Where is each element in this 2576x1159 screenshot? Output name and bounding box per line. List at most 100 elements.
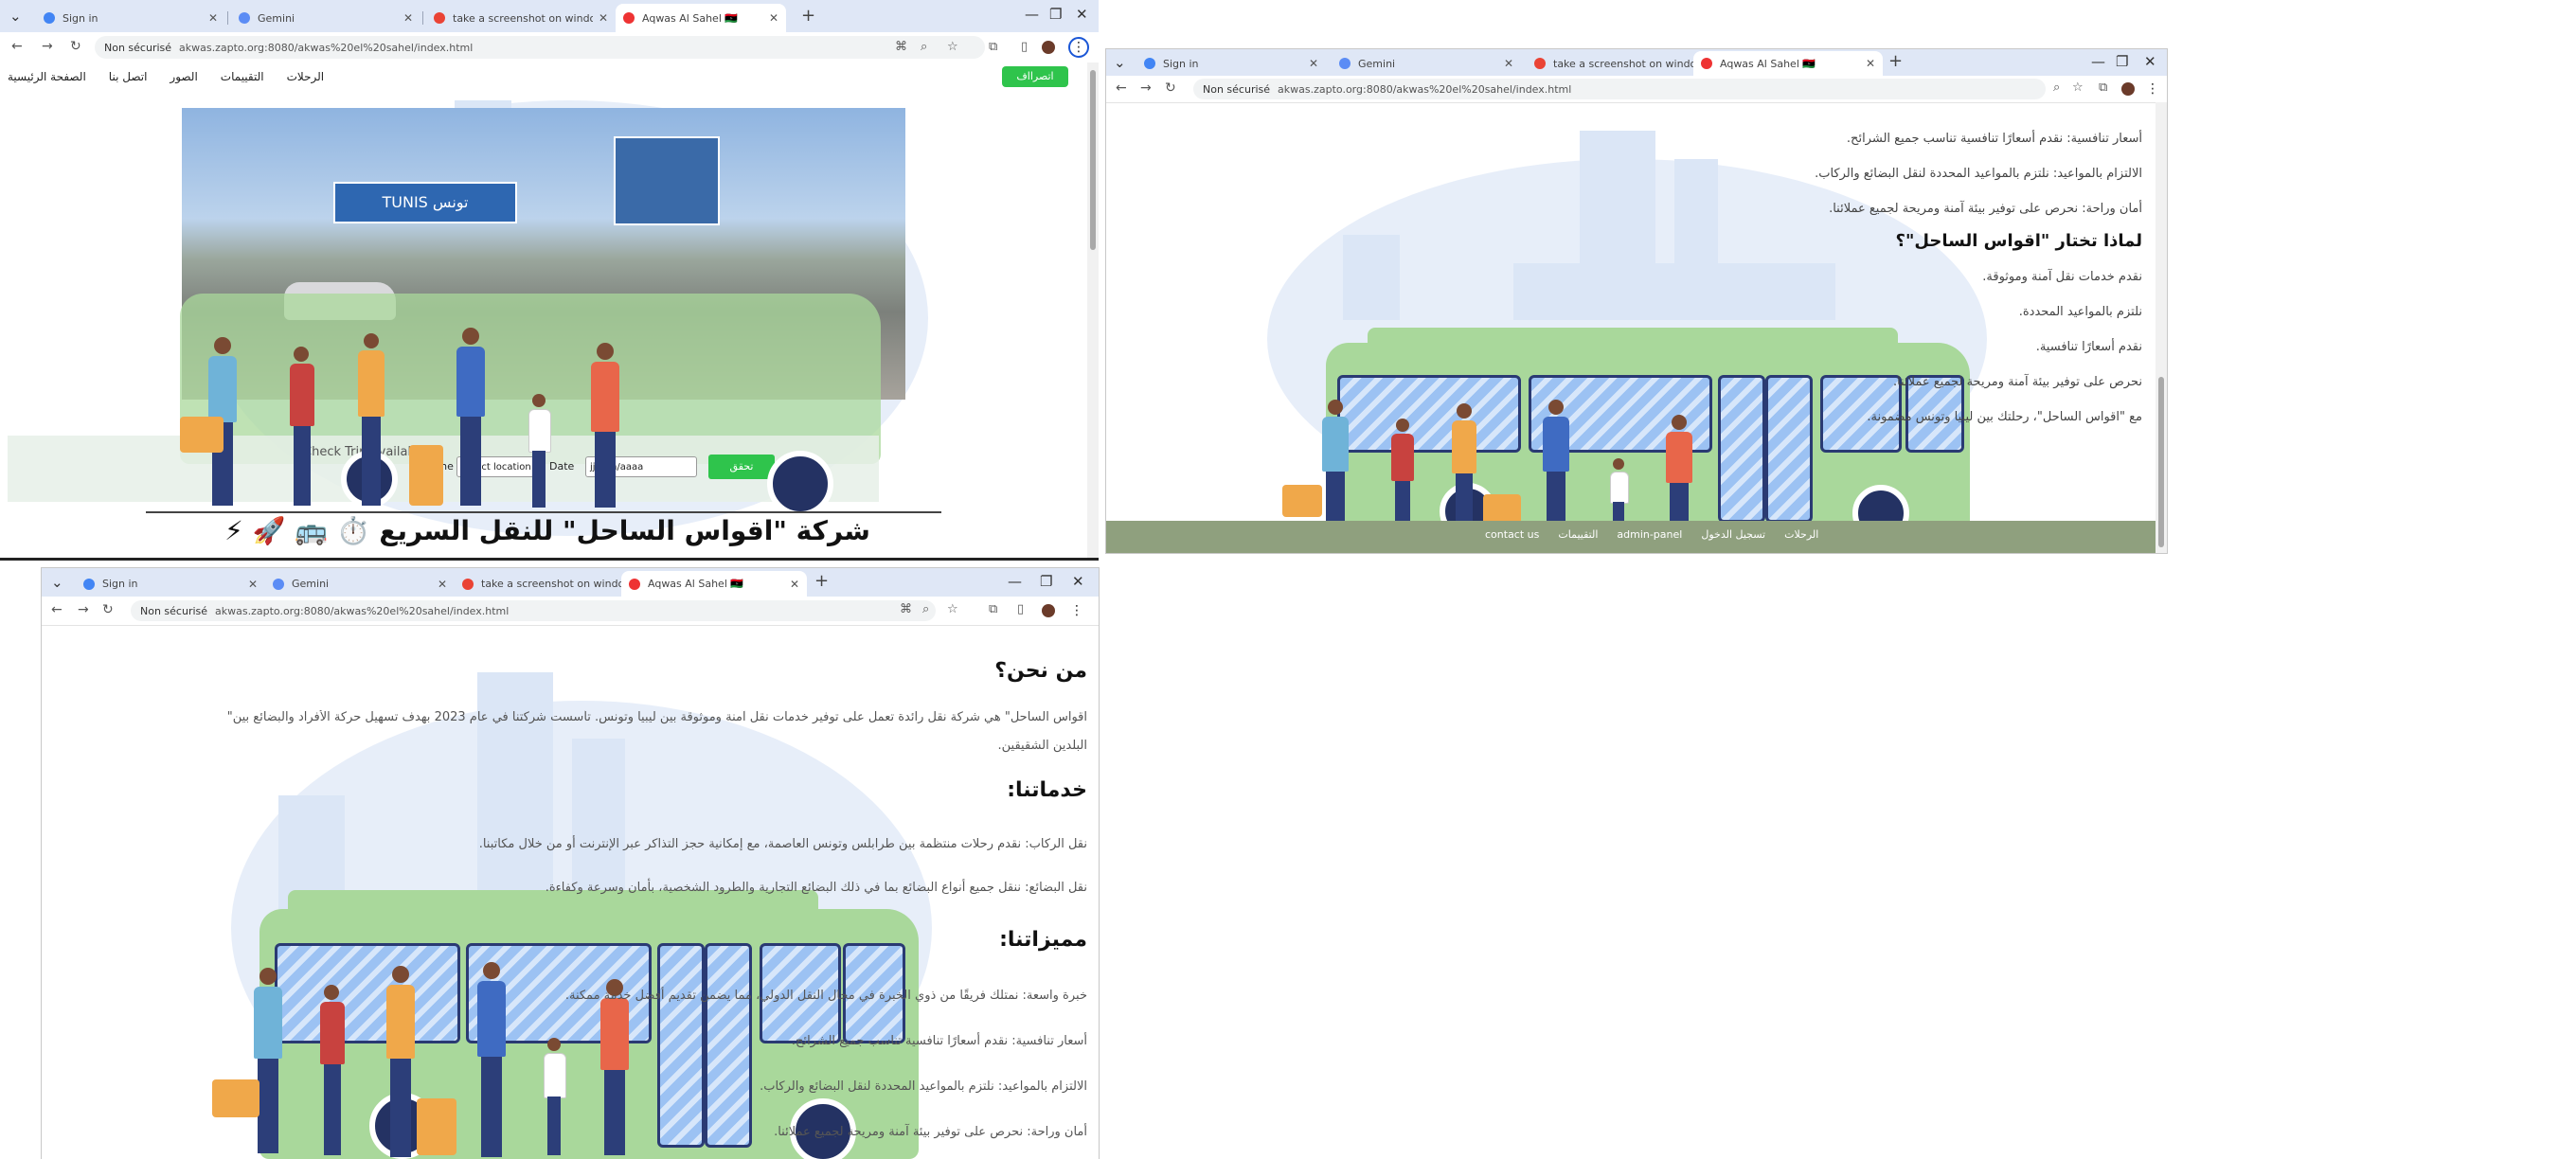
sidebar-icon[interactable]: ▯ xyxy=(1021,40,1028,54)
reload-icon[interactable]: ↻ xyxy=(102,602,114,617)
back-icon[interactable]: ← xyxy=(1116,80,1127,96)
minimize-icon[interactable]: — xyxy=(1008,573,1022,590)
tab-search-icon[interactable]: ⌄ xyxy=(9,8,22,25)
bookmark-star-icon[interactable]: ☆ xyxy=(947,602,958,616)
tab-aqwas[interactable]: Aqwas Al Sahel 🇱🇾 ✕ xyxy=(621,571,807,597)
new-tab-button[interactable]: + xyxy=(814,571,829,591)
site-icon xyxy=(623,12,635,24)
nav-photos[interactable]: الصور xyxy=(170,70,197,83)
extensions-icon[interactable]: ⧉ xyxy=(989,40,997,54)
extensions-icon[interactable]: ⧉ xyxy=(2099,80,2107,95)
why-line: نحرص على توفير بيئة آمنة ومريحة لجميع عم… xyxy=(1892,375,2142,389)
forward-icon[interactable]: → xyxy=(78,602,89,617)
reload-icon[interactable]: ↻ xyxy=(70,39,81,54)
why-line: نلتزم بالمواعيد المحددة. xyxy=(2018,305,2142,319)
forward-icon[interactable]: → xyxy=(42,39,53,54)
footer-link-admin[interactable]: admin-panel xyxy=(1617,528,1682,541)
tab-aqwas[interactable]: Aqwas Al Sahel 🇱🇾 ✕ xyxy=(616,4,786,32)
close-window-icon[interactable]: ✕ xyxy=(1072,573,1084,590)
footer-link-login[interactable]: تسجيل الدخول xyxy=(1701,528,1765,541)
not-secure-indicator[interactable]: Non sécurisé xyxy=(140,605,207,617)
footer-link-contact[interactable]: contact us xyxy=(1485,528,1539,541)
browser-menu-icon[interactable]: ⋮ xyxy=(1068,37,1089,58)
tab-screenshot-search[interactable]: take a screenshot on windows ✕ xyxy=(455,571,644,597)
close-window-icon[interactable]: ✕ xyxy=(2144,53,2156,70)
scrollbar-thumb[interactable] xyxy=(1090,70,1096,250)
bookmark-star-icon[interactable]: ☆ xyxy=(2072,80,2084,95)
close-icon[interactable]: ✕ xyxy=(403,11,413,25)
bookmark-star-icon[interactable]: ☆ xyxy=(947,40,958,54)
tab-sign-in[interactable]: Sign in ✕ xyxy=(76,571,265,597)
footer-link-reviews[interactable]: التقييمات xyxy=(1558,528,1598,541)
footer-link-trips[interactable]: الرحلات xyxy=(1784,528,1818,541)
translate-icon[interactable]: ⌘ xyxy=(900,602,912,616)
profile-avatar[interactable] xyxy=(2121,82,2135,96)
nav-home[interactable]: الصفحة الرئيسية xyxy=(8,70,86,83)
restore-icon[interactable]: ❐ xyxy=(1040,573,1052,590)
feature-item: خبرة واسعة: نمتلك فريقًا من ذوي الخبرة ف… xyxy=(564,989,1087,1003)
browser-menu-icon[interactable]: ⋮ xyxy=(1066,600,1087,621)
extensions-icon[interactable]: ⧉ xyxy=(989,602,997,616)
new-tab-button[interactable]: + xyxy=(1888,51,1903,71)
close-icon[interactable]: ✕ xyxy=(438,578,447,591)
login-button[interactable]: اتصرااف xyxy=(1002,66,1068,87)
close-icon[interactable]: ✕ xyxy=(790,578,799,591)
nav-reviews[interactable]: التقييمات xyxy=(221,70,264,83)
back-icon[interactable]: ← xyxy=(51,602,63,617)
close-icon[interactable]: ✕ xyxy=(1504,57,1513,70)
page-scrollbar[interactable] xyxy=(1087,62,1099,561)
zoom-icon[interactable]: ⌕ xyxy=(922,602,929,616)
tab-gemini[interactable]: Gemini ✕ xyxy=(1332,51,1521,76)
gemini-icon xyxy=(1339,58,1351,69)
restore-icon[interactable]: ❐ xyxy=(2116,53,2128,70)
tab-screenshot-search[interactable]: take a screenshot on windows ✕ xyxy=(1527,51,1716,76)
not-secure-indicator[interactable]: Non sécurisé xyxy=(1203,83,1270,96)
profile-avatar[interactable] xyxy=(1042,604,1055,617)
tab-sign-in[interactable]: Sign in ✕ xyxy=(36,4,225,32)
scrollbar-thumb[interactable] xyxy=(2158,377,2164,547)
tab-search-icon[interactable]: ⌄ xyxy=(51,574,63,591)
nav-contact[interactable]: اتصل بنا xyxy=(109,70,148,83)
tab-aqwas[interactable]: Aqwas Al Sahel 🇱🇾 ✕ xyxy=(1693,51,1883,76)
new-tab-button[interactable]: + xyxy=(801,6,815,26)
tab-screenshot-search[interactable]: take a screenshot on windows ✕ xyxy=(426,4,616,32)
tab-strip: ⌄ Sign in ✕ Gemini ✕ take a screenshot o… xyxy=(42,568,1099,597)
url-field[interactable]: Non sécurisé akwas.zapto.org:8080/akwas%… xyxy=(1193,79,2046,99)
close-icon[interactable]: ✕ xyxy=(1309,57,1318,70)
profile-avatar[interactable] xyxy=(1042,41,1055,54)
not-secure-indicator[interactable]: Non sécurisé xyxy=(104,42,171,54)
close-icon[interactable]: ✕ xyxy=(208,11,218,25)
sidebar-icon[interactable]: ▯ xyxy=(1017,602,1024,616)
passenger-figure xyxy=(250,968,288,1157)
browser-menu-icon[interactable]: ⋮ xyxy=(2142,79,2163,99)
close-icon[interactable]: ✕ xyxy=(1866,57,1875,70)
check-submit-button[interactable]: تحقق xyxy=(708,455,775,479)
zoom-icon[interactable]: ⌕ xyxy=(2053,80,2060,95)
minimize-icon[interactable]: — xyxy=(1025,6,1039,23)
zoom-icon[interactable]: ⌕ xyxy=(921,40,927,54)
tab-sign-in[interactable]: Sign in ✕ xyxy=(1136,51,1326,76)
url-field[interactable]: Non sécurisé akwas.zapto.org:8080/akwas%… xyxy=(131,600,936,621)
site-icon xyxy=(629,578,640,590)
tab-gemini[interactable]: Gemini ✕ xyxy=(231,4,420,32)
back-icon[interactable]: ← xyxy=(11,39,23,54)
nav-trips[interactable]: الرحلات xyxy=(287,70,325,83)
restore-icon[interactable]: ❐ xyxy=(1049,6,1062,23)
why-line: مع "اقواس الساحل"، رحلتك بين ليبيا وتونس… xyxy=(1867,410,2142,424)
google-icon xyxy=(1144,58,1155,69)
reload-icon[interactable]: ↻ xyxy=(1165,80,1176,96)
close-icon[interactable]: ✕ xyxy=(769,11,778,25)
url-field[interactable]: Non sécurisé akwas.zapto.org:8080/akwas%… xyxy=(95,36,985,59)
minimize-icon[interactable]: — xyxy=(2091,53,2105,70)
tab-search-icon[interactable]: ⌄ xyxy=(1114,54,1126,71)
tab-gemini[interactable]: Gemini ✕ xyxy=(265,571,455,597)
passenger-figure xyxy=(286,347,318,508)
gemini-icon xyxy=(273,578,284,590)
forward-icon[interactable]: → xyxy=(1140,80,1152,96)
page-scrollbar[interactable] xyxy=(2156,102,2167,553)
close-icon[interactable]: ✕ xyxy=(599,11,608,25)
translate-icon[interactable]: ⌘ xyxy=(895,40,907,54)
close-icon[interactable]: ✕ xyxy=(248,578,258,591)
hero-headline: شركة "اقواس الساحل" للنقل السريع ⏱️ 🚌 🚀 … xyxy=(224,515,870,546)
close-window-icon[interactable]: ✕ xyxy=(1076,6,1088,23)
